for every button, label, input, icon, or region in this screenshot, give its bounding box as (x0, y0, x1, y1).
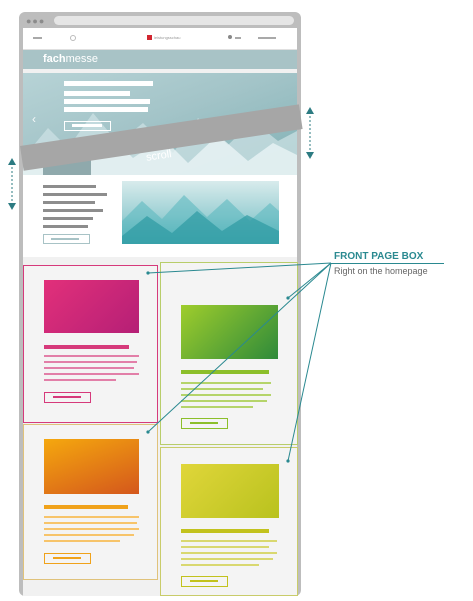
callout-subtitle: Right on the homepage (334, 266, 428, 276)
callout-underline (331, 263, 444, 264)
callout-line (147, 262, 332, 274)
callout-overlay (8, 107, 332, 463)
callout-dot (146, 271, 150, 275)
callout-dot (286, 296, 290, 300)
callout-dot (286, 459, 290, 463)
callout-dot (146, 430, 150, 434)
callout-title: FRONT PAGE BOX (334, 251, 424, 262)
callout-line (147, 262, 332, 433)
